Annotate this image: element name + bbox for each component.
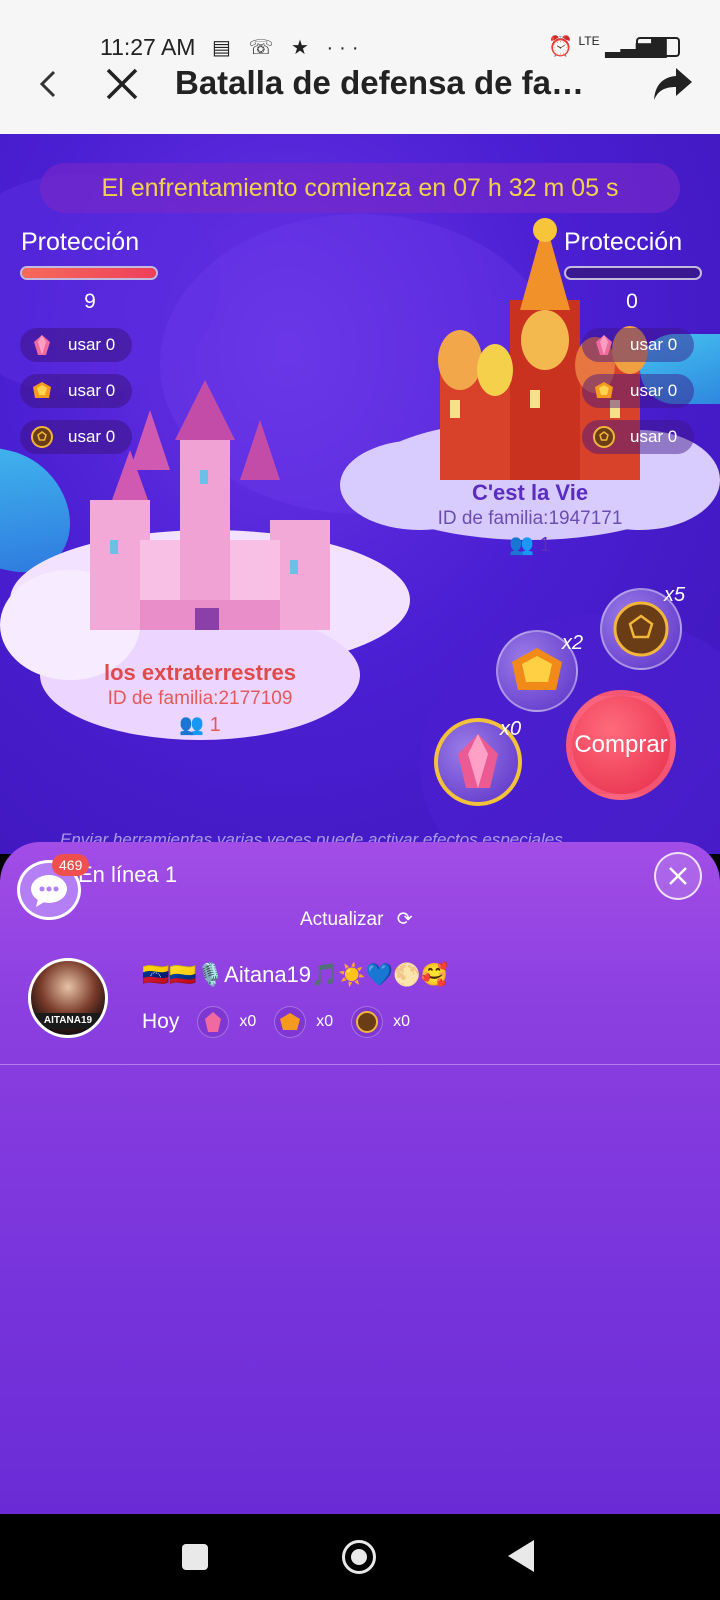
right-members-count: 1: [539, 534, 551, 556]
left-use-crystal-button[interactable]: usar 0: [20, 328, 132, 362]
crystal-icon: [34, 335, 50, 355]
refresh-icon: ⟳: [396, 909, 413, 930]
shield-gem-icon: [274, 1006, 307, 1038]
left-protection-fill: [22, 268, 156, 278]
page-title: Batalla de defensa de fa…: [175, 64, 584, 101]
shield-gem-icon: [595, 382, 613, 398]
avatar-caption: AITANA19: [31, 1013, 105, 1029]
right-family-card[interactable]: C'est la Vie ID de familia:1947171 👥 1: [400, 480, 660, 557]
left-protection-bar: [20, 266, 158, 280]
chevron-left-icon: [39, 70, 56, 98]
right-use-ball-label: usar 0: [630, 427, 678, 446]
left-protection-count: 9: [84, 290, 96, 313]
crystal-icon: [197, 1006, 230, 1038]
divider: [0, 1064, 720, 1065]
online-count-title: En línea 1: [78, 862, 178, 887]
right-use-gem-button[interactable]: usar 0: [582, 374, 694, 408]
today-label: Hoy: [142, 1010, 180, 1033]
home-icon: [351, 1549, 367, 1565]
members-icon: 👥: [509, 534, 535, 556]
chat-unread-badge: 469: [52, 854, 90, 876]
gem-count: x0: [316, 1013, 334, 1030]
members-icon: 👥: [179, 714, 205, 736]
panel-close-button[interactable]: [654, 852, 702, 900]
recents-button[interactable]: [182, 1544, 208, 1570]
back-nav-button[interactable]: [508, 1540, 534, 1572]
left-family-members: 👥 1: [70, 712, 330, 737]
back-button[interactable]: [30, 64, 70, 104]
system-navbar: [0, 1514, 720, 1600]
left-protection-label: Protección: [21, 228, 140, 256]
right-family-id: ID de familia:1947171: [437, 508, 623, 529]
refresh-label: Actualizar: [300, 909, 384, 930]
avatar[interactable]: AITANA19: [28, 958, 108, 1038]
right-family-name: C'est la Vie: [471, 480, 589, 505]
left-use-crystal-label: usar 0: [68, 335, 116, 354]
right-use-crystal-label: usar 0: [630, 335, 678, 354]
right-use-crystal-button[interactable]: usar 0: [582, 328, 694, 362]
gem-multiplier: x2: [562, 632, 584, 654]
close-icon: [669, 867, 687, 885]
left-family-id: ID de familia:2177109: [107, 688, 293, 709]
alarm-icon: ⏰: [548, 36, 573, 58]
online-panel: [0, 842, 720, 1514]
left-family-name: los extraterrestres: [103, 660, 296, 685]
crystal-icon: [596, 335, 612, 355]
refresh-button[interactable]: Actualizar ⟳: [300, 908, 413, 931]
right-use-gem-label: usar 0: [630, 381, 678, 400]
left-family-card[interactable]: los extraterrestres ID de familia:217710…: [70, 660, 330, 737]
crystal-multiplier: x0: [500, 718, 522, 740]
right-use-ball-button[interactable]: usar 0: [582, 420, 694, 454]
notification-icons: ▤ ☏ ★ ···: [212, 37, 365, 59]
close-icon: [106, 68, 138, 100]
share-button[interactable]: [650, 62, 696, 106]
golden-ball-icon: [351, 1006, 384, 1038]
home-button[interactable]: [342, 1540, 376, 1574]
left-members-count: 1: [209, 714, 221, 736]
buy-button[interactable]: Comprar: [566, 690, 676, 800]
golden-ball-icon: [593, 426, 615, 448]
ball-multiplier: x5: [664, 584, 686, 606]
lte-label: LTE: [578, 34, 600, 48]
ball-count: x0: [393, 1013, 411, 1030]
status-time: 11:27 AM: [100, 34, 196, 60]
crystal-count: x0: [239, 1013, 257, 1030]
share-arrow-icon: [654, 68, 692, 100]
user-name: 🇻🇪🇨🇴🎙️Aitana19🎵☀️💙🌕🥰: [142, 962, 448, 987]
right-family-members: 👥 1: [400, 532, 660, 557]
user-today-row: Hoy x0 x0 x0: [142, 1006, 410, 1038]
close-button[interactable]: [100, 62, 144, 106]
pink-castle-illustration: [90, 380, 330, 630]
battery-icon: 95: [636, 37, 680, 57]
